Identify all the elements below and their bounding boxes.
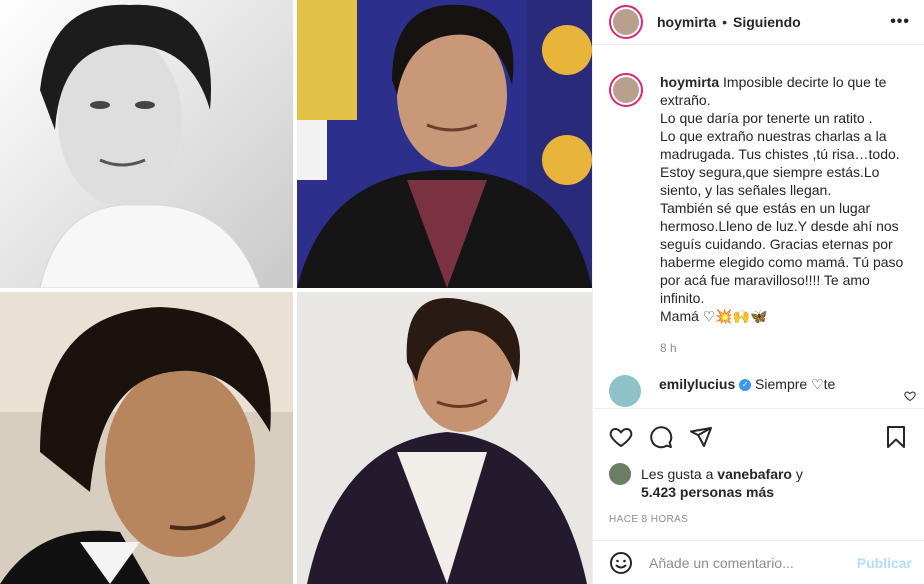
add-comment-bar: Publicar bbox=[593, 540, 924, 584]
author-username[interactable]: hoymirta bbox=[657, 14, 716, 30]
separator-dot: • bbox=[722, 14, 728, 30]
more-options-icon[interactable]: ••• bbox=[890, 13, 910, 31]
photo-blazer bbox=[297, 292, 592, 584]
likes-middle: y bbox=[791, 466, 803, 482]
likes-count[interactable]: 5.423 personas más bbox=[641, 484, 774, 500]
comment-text: Siempre ♡te bbox=[755, 376, 836, 392]
post-side-panel: hoymirta • Siguiendo ••• hoymirta Imposi… bbox=[592, 0, 924, 584]
caption-avatar[interactable] bbox=[609, 73, 643, 107]
photo-profile-side bbox=[0, 292, 293, 584]
verified-badge-icon: ✓ bbox=[739, 379, 752, 392]
commenter-avatar[interactable] bbox=[609, 375, 641, 407]
liker-username[interactable]: vanebafaro bbox=[717, 466, 792, 482]
caption-username[interactable]: hoymirta bbox=[660, 74, 719, 90]
likes-summary: Les gusta a vanebafaro y 5.423 personas … bbox=[609, 463, 908, 501]
comment-icon[interactable] bbox=[649, 425, 673, 449]
comment-input[interactable] bbox=[649, 554, 857, 571]
following-button[interactable]: Siguiendo bbox=[733, 14, 801, 30]
liker-avatar[interactable] bbox=[609, 463, 631, 485]
bookmark-icon[interactable] bbox=[884, 425, 908, 449]
caption-timestamp[interactable]: 8 h bbox=[660, 339, 910, 357]
post-header: hoymirta • Siguiendo ••• bbox=[593, 0, 924, 45]
publish-button[interactable]: Publicar bbox=[857, 555, 912, 571]
author-avatar[interactable] bbox=[609, 5, 643, 39]
post-media-collage[interactable] bbox=[0, 0, 592, 584]
commenter-username[interactable]: emilylucius bbox=[659, 376, 735, 392]
comment-item: emilylucius ✓ Siempre ♡te bbox=[609, 375, 910, 407]
heart-icon[interactable] bbox=[609, 425, 633, 449]
likes-prefix: Les gusta a bbox=[641, 466, 718, 482]
comments-section[interactable]: hoymirta Imposible decirte lo que te ext… bbox=[593, 45, 924, 408]
photo-portrait-bw bbox=[0, 0, 293, 288]
comment-like-icon[interactable] bbox=[904, 390, 916, 405]
action-bar: Les gusta a vanebafaro y 5.423 personas … bbox=[593, 408, 924, 525]
caption-text: Imposible decirte lo que te extraño. Lo … bbox=[660, 74, 904, 324]
post-date[interactable]: HACE 8 HORAS bbox=[609, 514, 908, 525]
photo-leather-jacket bbox=[297, 0, 592, 288]
post-caption: hoymirta Imposible decirte lo que te ext… bbox=[609, 73, 910, 357]
emoji-icon[interactable] bbox=[609, 551, 633, 575]
share-icon[interactable] bbox=[689, 425, 713, 449]
